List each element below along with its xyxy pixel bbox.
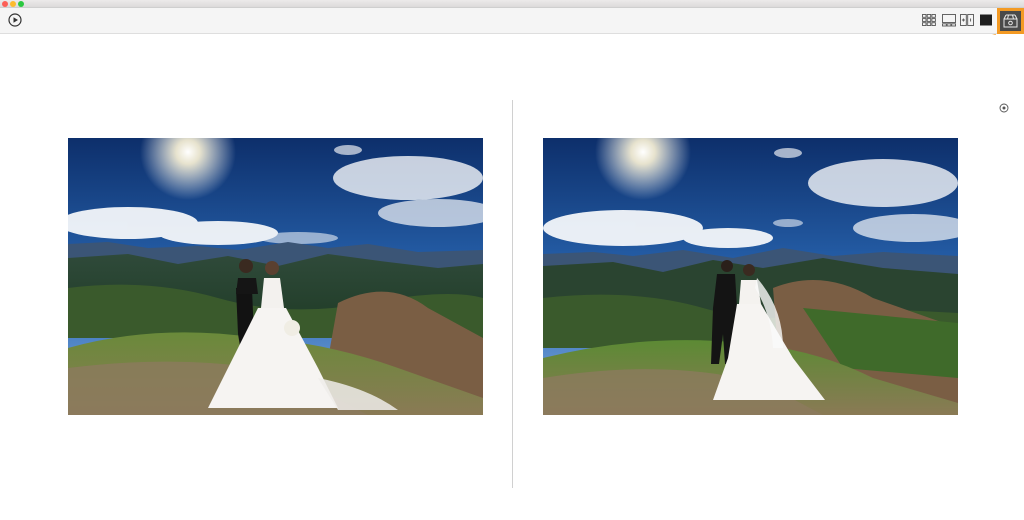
compare-view-icon [960,14,974,26]
photo-right[interactable] [543,138,958,415]
window-minimize-button[interactable] [10,1,16,7]
slideshow-icon [1003,14,1018,28]
grid-view-icon [922,14,936,26]
slideshow-button[interactable] [997,8,1024,34]
zoom-button[interactable] [999,100,1009,113]
filmstrip-view-button[interactable] [942,13,956,27]
play-button[interactable] [8,13,22,27]
photo-left[interactable] [68,138,483,415]
image-viewer [0,35,1024,520]
single-view-icon [980,14,992,26]
compare-divider[interactable] [512,100,513,488]
wedding-photo-image [543,138,958,415]
window-close-button[interactable] [2,1,8,7]
toolbar [0,8,1024,34]
single-view-button[interactable] [979,13,993,27]
grid-view-button[interactable] [922,13,936,27]
window-maximize-button[interactable] [18,1,24,7]
wedding-photo-image [68,138,483,415]
compare-view-button[interactable] [960,13,974,27]
window-titlebar [0,0,1024,8]
play-icon [8,13,22,27]
zoom-icon [999,103,1009,113]
filmstrip-view-icon [942,14,956,27]
